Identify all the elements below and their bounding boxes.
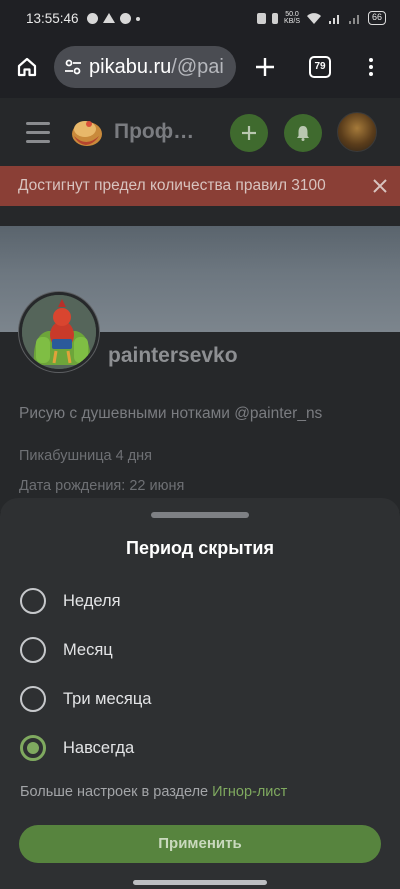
- profile-avatar-image: [22, 295, 96, 369]
- radio-button[interactable]: [20, 686, 46, 712]
- profile-avatar[interactable]: [19, 292, 99, 372]
- option-label: Месяц: [63, 640, 113, 659]
- add-icon: [242, 126, 256, 140]
- radio-button-checked[interactable]: [20, 735, 46, 761]
- gesture-bar: [133, 880, 267, 885]
- settings-note-text: Больше настроек в разделе: [20, 784, 213, 800]
- username: paintersevko: [108, 344, 238, 367]
- more-vert-icon[interactable]: [346, 36, 396, 98]
- apply-button[interactable]: Применить: [19, 825, 381, 863]
- notification-icons: [86, 12, 140, 24]
- option-label: Неделя: [63, 591, 121, 610]
- avatar[interactable]: [337, 112, 377, 152]
- status-time: 13:55:46: [26, 10, 79, 26]
- send-icon: [102, 12, 115, 23]
- hamburger-icon[interactable]: [26, 121, 50, 143]
- signal-2-icon: [348, 15, 359, 24]
- settings-note: Больше настроек в разделе Игнор-лист: [20, 784, 287, 800]
- profile-birthday: Дата рождения: 22 июня: [19, 478, 185, 494]
- vibrate-icon: [257, 12, 267, 24]
- status-bar: 13:55:46 50.0 KB/S 66: [0, 0, 400, 36]
- tab-count: 79: [309, 56, 331, 78]
- home-icon: [17, 57, 37, 77]
- option-forever[interactable]: Навсегда: [20, 730, 380, 766]
- logo[interactable]: [68, 114, 104, 150]
- option-week[interactable]: Неделя: [20, 583, 380, 619]
- tabs-button[interactable]: 79: [294, 36, 346, 98]
- alert-text: Достигнут предел количества правил 3100: [18, 177, 326, 194]
- bluetooth-icon: [272, 12, 279, 24]
- tune-icon[interactable]: [63, 57, 83, 77]
- bell-icon: [297, 126, 309, 141]
- address-bar[interactable]: pikabu.ru/@pai: [54, 46, 236, 88]
- alert-banner: Достигнут предел количества правил 3100: [0, 166, 400, 206]
- network-speed-value: 50.0: [285, 11, 299, 18]
- telegram-icon: [86, 12, 98, 24]
- browser-toolbar: pikabu.ru/@pai 79: [0, 36, 400, 98]
- network-speed: 50.0 KB/S: [284, 11, 300, 25]
- url-text[interactable]: pikabu.ru/@pai: [89, 56, 224, 79]
- ignore-list-link[interactable]: Игнор-лист: [212, 784, 287, 800]
- page-title: Проф…: [114, 120, 195, 143]
- option-three-months[interactable]: Три месяца: [20, 681, 380, 717]
- spacer: [0, 206, 400, 226]
- system-icons: 50.0 KB/S 66: [257, 11, 386, 25]
- url-host: pikabu.ru: [89, 55, 172, 78]
- screen: 13:55:46 50.0 KB/S 66 pikabu.ru/@pai 79 …: [0, 0, 400, 889]
- sheet-drag-handle[interactable]: [151, 512, 249, 518]
- dot-icon: [135, 16, 140, 21]
- radio-button[interactable]: [20, 588, 46, 614]
- radio-button[interactable]: [20, 637, 46, 663]
- site-header: Проф…: [0, 98, 400, 166]
- option-label: Навсегда: [63, 738, 135, 757]
- close-icon[interactable]: [370, 176, 390, 196]
- profile-bio: Рисую с душевными нотками @painter_ns: [19, 405, 323, 422]
- url-path: /@pai: [171, 55, 224, 78]
- add-post-button[interactable]: [230, 114, 268, 152]
- wifi-icon: [306, 12, 321, 24]
- profile-tenure: Пикабушница 4 дня: [19, 448, 153, 464]
- network-speed-unit: KB/S: [284, 18, 300, 25]
- option-label: Три месяца: [63, 689, 152, 708]
- cloud-icon: [119, 12, 131, 24]
- signal-icon: [328, 15, 339, 24]
- profile-info: paintersevko Рисую с душевными нотками @…: [0, 292, 400, 512]
- battery-indicator: 66: [367, 11, 386, 25]
- notifications-button[interactable]: [284, 114, 322, 152]
- plus-icon: [256, 58, 274, 76]
- hide-period-sheet: Период скрытия Неделя Месяц Три месяца Н…: [0, 498, 400, 889]
- sheet-title: Период скрытия: [126, 538, 274, 558]
- option-month[interactable]: Месяц: [20, 632, 380, 668]
- home-button[interactable]: [0, 36, 54, 98]
- new-tab-button[interactable]: [236, 36, 294, 98]
